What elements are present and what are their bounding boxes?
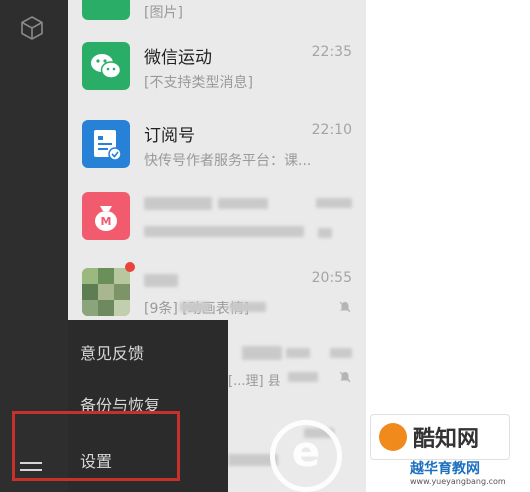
watermark-circle: e	[270, 420, 342, 492]
chat-time: 22:10	[311, 122, 352, 138]
mute-bell-icon	[339, 371, 351, 383]
subscription-doc-icon	[82, 120, 130, 168]
chat-preview: 快传号作者服务平台：课...	[144, 153, 312, 169]
watermark-site: 越华育教网	[410, 461, 480, 477]
chat-item[interactable]: [图片]	[68, 0, 366, 32]
cube-icon[interactable]	[18, 14, 46, 42]
blurred-name	[242, 346, 282, 360]
svg-text:M: M	[101, 215, 112, 228]
chat-item[interactable]: 微信运动 22:35 [不支持类型消息]	[68, 30, 366, 102]
blurred-name	[286, 348, 310, 358]
blurred-preview	[180, 302, 210, 312]
money-bag-icon: M	[82, 192, 130, 240]
blurred-name	[144, 274, 178, 287]
chat-preview: [不支持类型消息]	[144, 75, 253, 91]
chat-time: 22:35	[311, 44, 352, 60]
chat-time: 20:55	[311, 270, 352, 286]
chat-name: 订阅号	[144, 126, 195, 146]
group-photo-icon	[82, 268, 130, 316]
highlight-box	[12, 411, 180, 481]
green-app-icon	[82, 0, 130, 20]
watermark-url: www.yueyangbang.com	[410, 477, 506, 486]
chat-name: 微信运动	[144, 48, 212, 68]
watermark-brand-box: 酷知网	[370, 414, 510, 460]
wechat-window: [图片] 微信运动 22:35 [不支持类型消息] 订阅号 22:10 快传号作…	[0, 0, 530, 492]
brand-logo-icon	[379, 423, 407, 451]
blurred-name	[144, 197, 212, 210]
unread-badge	[125, 262, 135, 272]
blurred-time	[330, 348, 352, 358]
blurred-preview	[288, 372, 318, 382]
blurred-mute	[318, 228, 332, 238]
watermark-letter: e	[291, 427, 321, 476]
wechat-bubbles-icon	[82, 42, 130, 90]
menu-item-feedback[interactable]: 意见反馈	[80, 340, 144, 364]
blurred-time	[316, 198, 352, 208]
chat-preview: [...理] 县	[228, 374, 281, 389]
mute-bell-icon	[339, 301, 351, 313]
blurred-preview	[144, 226, 304, 237]
chat-preview: [图片]	[144, 5, 183, 21]
blurred-name	[218, 198, 268, 209]
watermark-brand: 酷知网	[413, 427, 480, 452]
chat-item[interactable]: 20:55 [9条] [动画表情]	[68, 256, 366, 328]
chat-item[interactable]: 订阅号 22:10 快传号作者服务平台：课...	[68, 108, 366, 180]
chat-item[interactable]: M	[68, 180, 366, 252]
blurred-preview	[230, 302, 266, 312]
